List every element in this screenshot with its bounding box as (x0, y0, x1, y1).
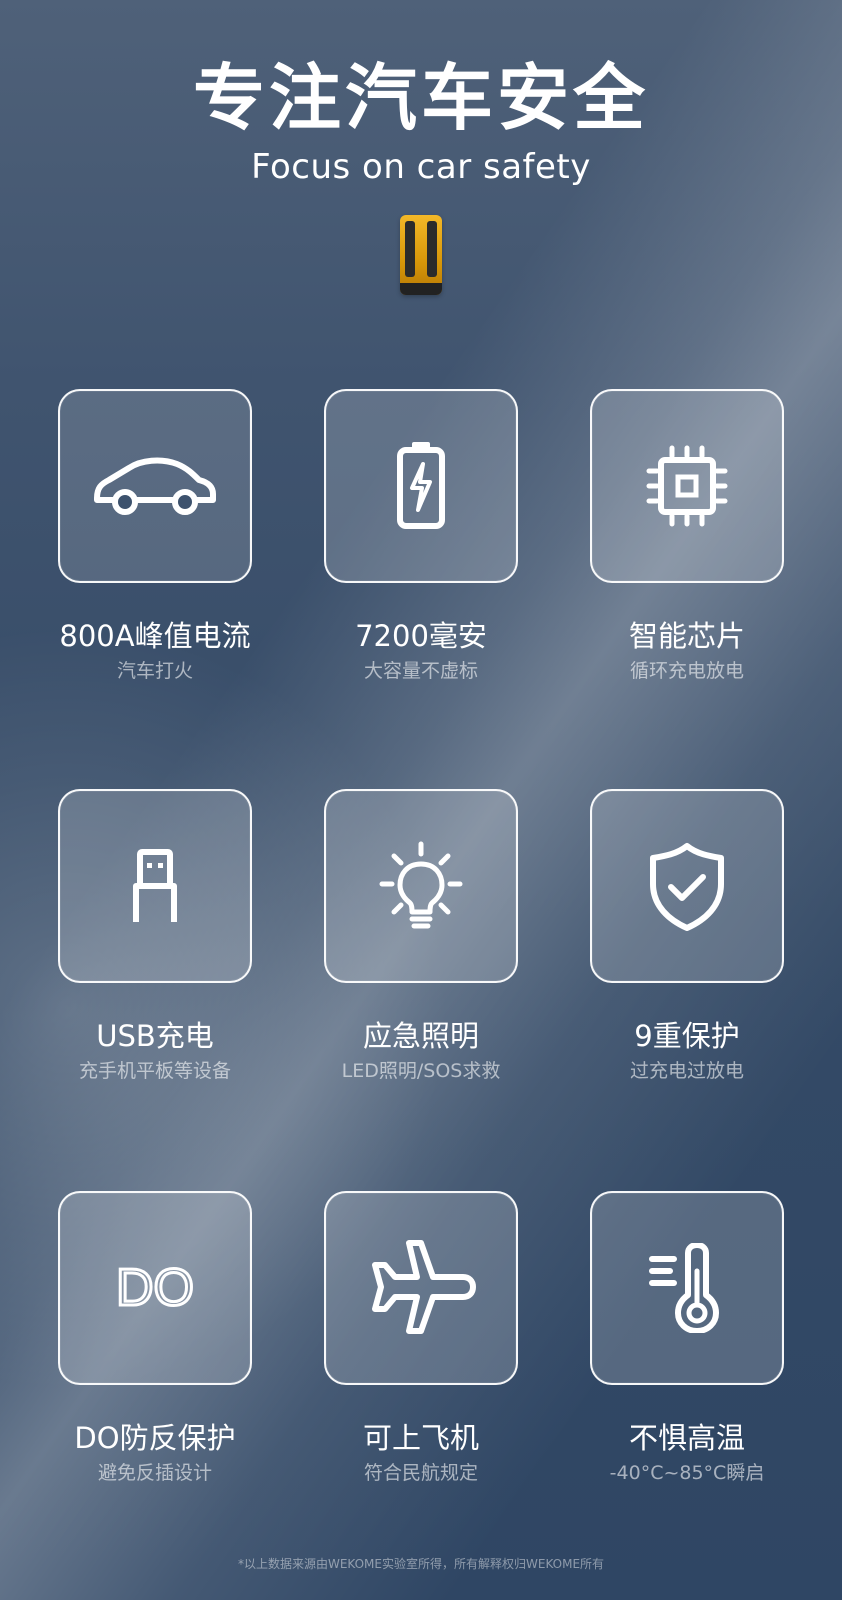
product-image (400, 215, 442, 295)
feature-card-temperature (590, 1191, 784, 1385)
feature-sub-protection: 过充电过放电 (629, 1060, 744, 1082)
feature-sub-peak-current: 汽车打火 (116, 660, 193, 682)
feature-card-anti-reverse: DO (58, 1191, 252, 1385)
feature-card-usb (58, 789, 252, 983)
feature-card-capacity (324, 389, 518, 583)
battery-icon (392, 440, 450, 532)
light-bulb-icon (376, 840, 466, 932)
feature-label-protection: 9重保护 (634, 1019, 740, 1053)
airplane-icon (365, 1237, 477, 1339)
feature-sub-chip: 循环充电放电 (629, 660, 744, 682)
footer-disclaimer: *以上数据来源由WEKOME实验室所得，所有解释权归WEKOME所有 (237, 1557, 605, 1571)
feature-label-usb: USB充电 (96, 1019, 214, 1053)
feature-label-temperature: 不惧高温 (628, 1421, 745, 1455)
car-icon (89, 450, 221, 522)
do-connector-icon: DO (105, 1258, 205, 1318)
feature-sub-flight: 符合民航规定 (363, 1462, 478, 1484)
feature-label-peak-current: 800A峰值电流 (59, 619, 251, 653)
feature-card-flight (324, 1191, 518, 1385)
page-title: 专注汽车安全 (192, 56, 649, 140)
page-subtitle: Focus on car safety (251, 147, 591, 187)
feature-sub-temperature: -40°C~85°C瞬启 (609, 1462, 765, 1484)
feature-card-chip (590, 389, 784, 583)
feature-sub-capacity: 大容量不虚标 (363, 660, 478, 682)
feature-sub-usb: 充手机平板等设备 (78, 1060, 231, 1082)
feature-label-capacity: 7200毫安 (355, 619, 487, 653)
usb-icon (120, 846, 190, 926)
feature-card-protection (590, 789, 784, 983)
chip-icon (641, 440, 733, 532)
feature-label-chip: 智能芯片 (628, 619, 745, 653)
feature-card-peak-current (58, 389, 252, 583)
thermometer-icon (646, 1243, 728, 1333)
feature-label-flight: 可上飞机 (362, 1421, 479, 1455)
feature-label-anti-reverse: DO防反保护 (74, 1421, 236, 1455)
feature-sub-lighting: LED照明/SOS求救 (341, 1060, 501, 1082)
shield-check-icon (645, 840, 729, 932)
do-text: DO (116, 1259, 194, 1317)
feature-sub-anti-reverse: 避免反插设计 (97, 1462, 212, 1484)
feature-card-lighting (324, 789, 518, 983)
feature-label-lighting: 应急照明 (362, 1019, 479, 1053)
